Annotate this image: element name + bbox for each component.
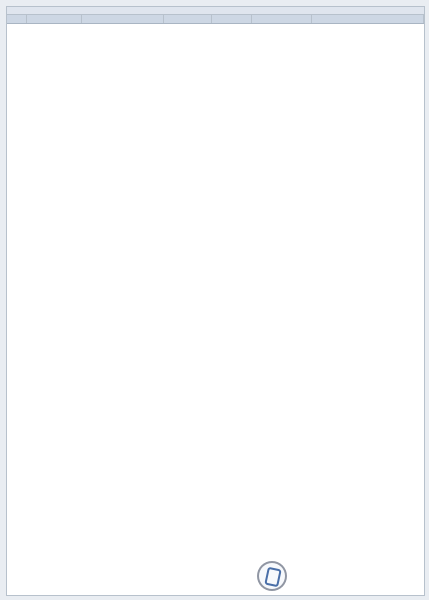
- column-header: [252, 15, 312, 23]
- column-header: [27, 15, 82, 23]
- column-header: [7, 15, 27, 23]
- spreadsheet: [6, 6, 425, 596]
- column-header: [164, 15, 212, 23]
- column-header: [212, 15, 252, 23]
- header-row: [7, 15, 424, 24]
- sheet-title: [7, 7, 424, 15]
- column-header: [312, 15, 424, 23]
- column-header: [82, 15, 164, 23]
- watermark-logo-icon: [257, 561, 287, 591]
